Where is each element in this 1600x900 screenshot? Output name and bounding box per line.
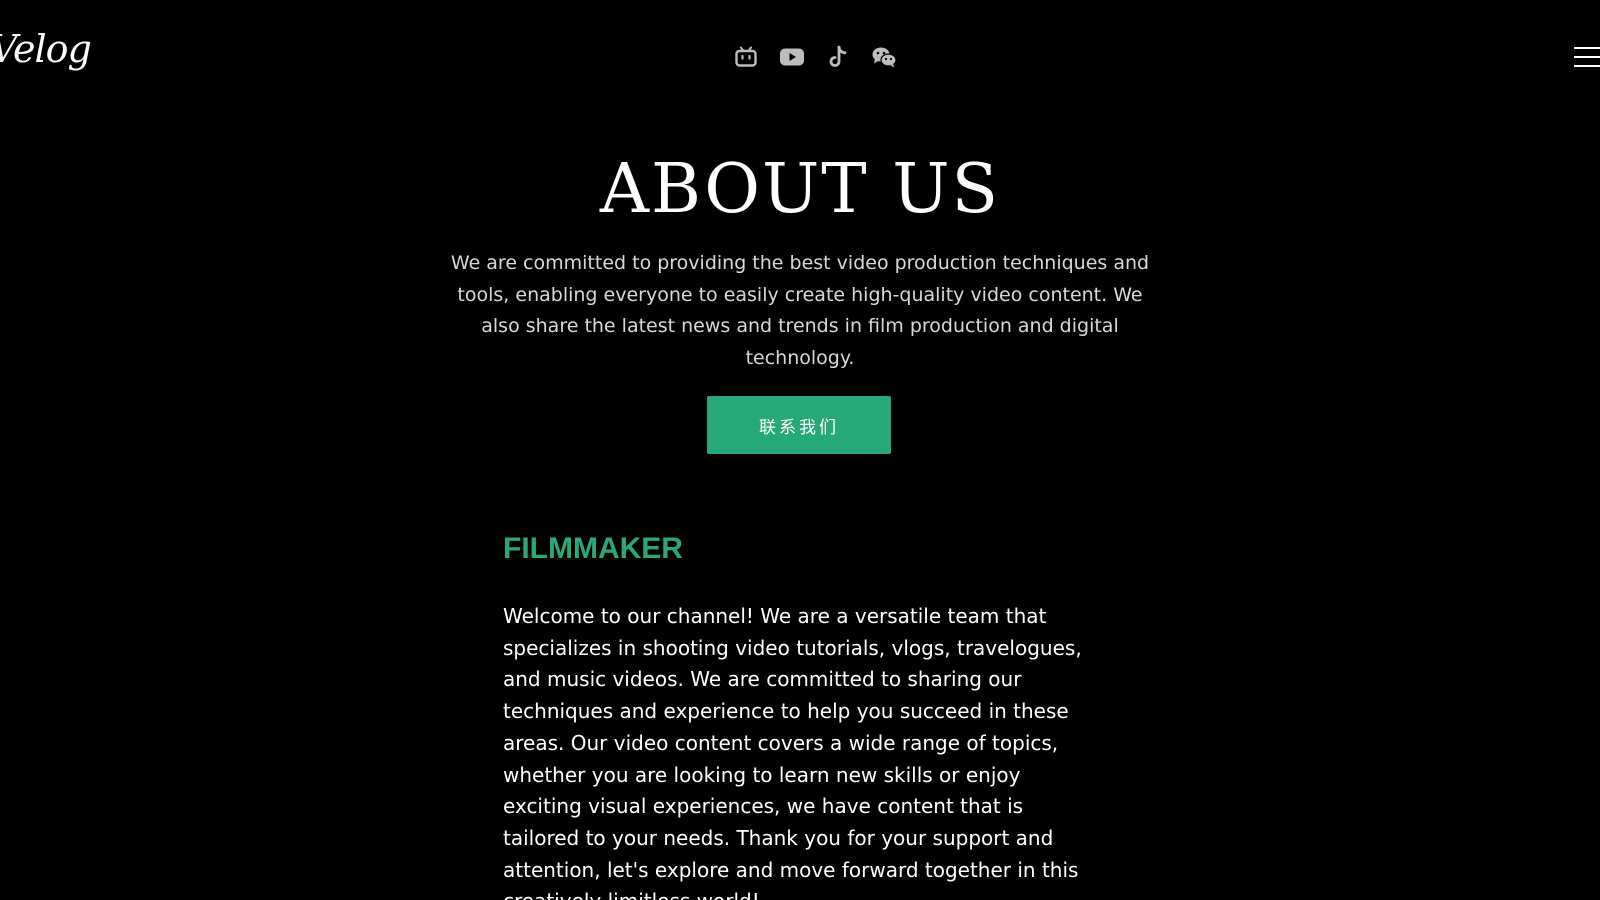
hamburger-menu-icon[interactable] [1572, 44, 1600, 70]
menu-line [1574, 47, 1600, 49]
tiktok-icon [829, 45, 847, 67]
page: Velog ABOUT US We are committed to provi… [0, 0, 1600, 900]
page-title: ABOUT US [599, 150, 1001, 229]
bilibili-link[interactable] [733, 44, 759, 70]
social-links [733, 44, 897, 70]
menu-line [1574, 56, 1600, 58]
youtube-link[interactable] [779, 44, 805, 70]
wechat-link[interactable] [871, 44, 897, 70]
menu-line [1574, 65, 1600, 67]
section-title: FILMMAKER [503, 532, 683, 565]
site-logo[interactable]: Velog [0, 30, 92, 68]
section-body: Welcome to our channel! We are a versati… [503, 604, 1082, 900]
wechat-icon [872, 47, 897, 68]
contact-us-button[interactable]: 联系我们 [707, 396, 891, 454]
tiktok-link[interactable] [825, 44, 851, 70]
bilibili-icon [735, 46, 757, 67]
hero-description: We are committed to providing the best v… [450, 252, 1150, 369]
youtube-icon [780, 48, 804, 66]
